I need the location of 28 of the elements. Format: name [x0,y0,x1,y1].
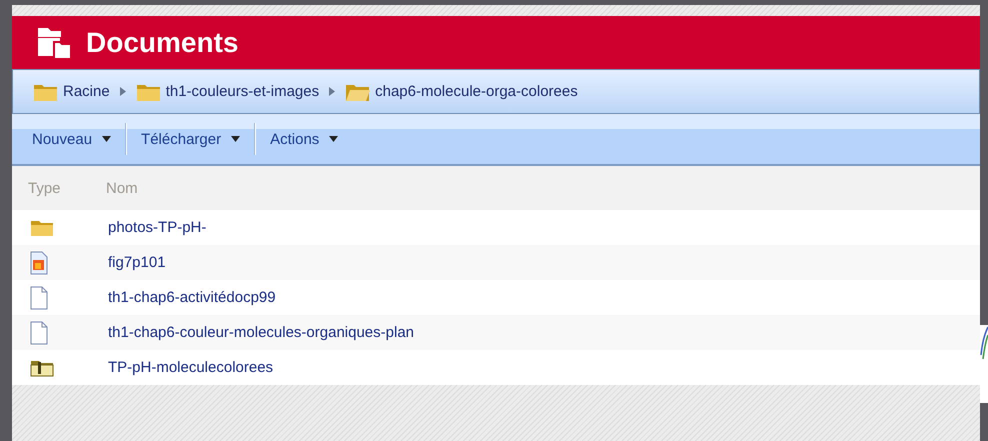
caret-icon [329,136,338,142]
file-row[interactable]: TP-pH-moleculecolorees [12,350,980,385]
file-row[interactable]: th1-chap6-activitédocp99 [12,280,980,315]
file-row[interactable]: photos-TP-pH- [12,210,980,245]
breadcrumb-link[interactable]: chap6-molecule-orga-colorees [345,82,578,102]
image-file-icon [30,250,48,274]
chevron-right-icon [120,87,126,96]
dropdown-menu-button[interactable]: Nouveau [30,126,126,152]
zip-folder-icon [30,358,54,376]
breadcrumb-link[interactable]: th1-couleurs-et-images [136,82,320,102]
file-row[interactable]: fig7p101 [12,245,980,280]
breadcrumb-link[interactable]: Racine [33,82,110,102]
file-row[interactable]: th1-chap6-couleur-molecules-organiques-plan [12,315,980,350]
file-name-link[interactable]: TP-pH-moleculecolorees [108,359,274,376]
file-name-link[interactable]: th1-chap6-couleur-molecules-organiques-plan [108,324,414,341]
folders-icon [36,26,72,60]
file-name-link[interactable]: photos-TP-pH- [108,219,206,236]
dropdown-menu-button[interactable]: Télécharger [139,126,254,152]
dropdown-menu-button[interactable]: Actions [268,126,352,152]
folder-icon [30,218,54,236]
caret-icon [102,136,112,142]
file-name-link[interactable]: fig7p101 [108,254,166,271]
caret-icon [231,136,240,142]
file-name-link[interactable]: th1-chap6-activitédocp99 [108,289,276,306]
page-title: Documents [86,26,238,58]
document-icon [30,320,48,344]
chevron-right-icon [329,87,336,96]
document-icon [30,286,48,310]
